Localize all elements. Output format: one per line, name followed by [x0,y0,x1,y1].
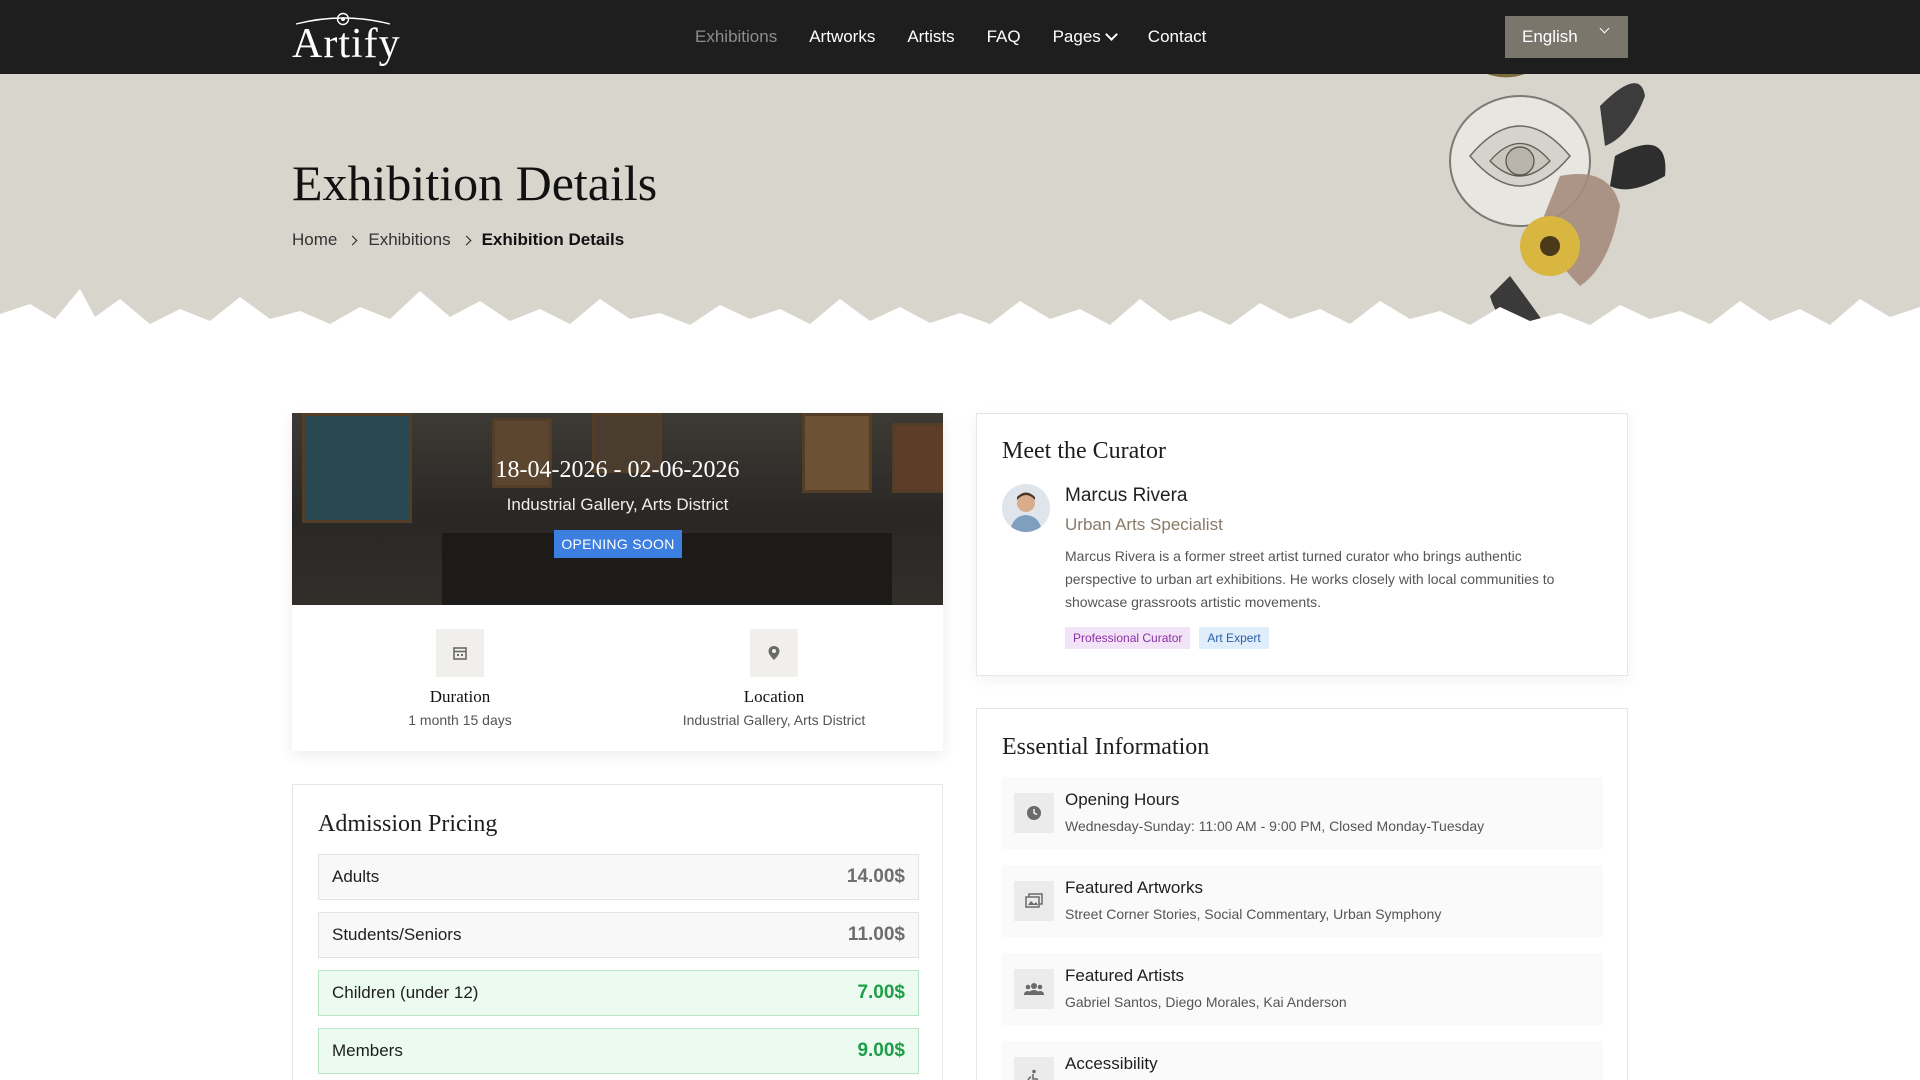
site-logo[interactable]: Artify [292,10,400,66]
info-item-title: Featured Artists [1065,966,1185,985]
price-row-adults: Adults 14.00$ [318,854,919,900]
exhibition-summary-card: 18-04-2026 - 02-06-2026 Industrial Galle… [292,413,943,751]
exhibition-image: 18-04-2026 - 02-06-2026 Industrial Galle… [292,413,943,605]
info-item-value: Wednesday-Sunday: 11:00 AM - 9:00 PM, Cl… [1065,818,1485,834]
exhibition-dates: 18-04-2026 - 02-06-2026 [495,457,740,483]
location-value: Industrial Gallery, Arts District [682,712,866,728]
clock-icon [1014,793,1054,833]
pricing-title: Admission Pricing [318,811,498,837]
price-row-students: Students/Seniors 11.00$ [318,912,919,958]
accessibility-icon [1014,1057,1054,1080]
price-value: 7.00$ [857,982,905,1003]
chevron-right-icon [347,235,358,245]
language-select[interactable]: English [1505,16,1628,58]
info-item-accessibility: Accessibility [1002,1041,1603,1080]
chevron-down-icon [1599,23,1610,34]
price-row-children: Children (under 12) 7.00$ [318,970,919,1016]
tag-art-expert: Art Expert [1199,627,1269,649]
avatar [1002,484,1050,532]
price-label: Adults [332,867,380,886]
chevron-down-icon [1104,28,1118,41]
location-stat: Location Industrial Gallery, Arts Distri… [614,629,934,728]
info-item-opening-hours: Opening Hours Wednesday-Sunday: 11:00 AM… [1002,777,1603,849]
curator-card: Meet the Curator Marcus Rivera Urban Art… [976,413,1628,676]
price-row-members: Members 9.00$ [318,1028,919,1074]
price-label: Students/Seniors [332,925,462,944]
nav-item-artists[interactable]: Artists [907,27,954,47]
nav-item-faq[interactable]: FAQ [987,27,1021,47]
page-hero: Exhibition Details Home Exhibitions Exhi… [0,74,1920,349]
users-icon [1014,969,1054,1009]
status-badge: OPENING SOON [554,530,682,558]
nav-item-exhibitions[interactable]: Exhibitions [695,27,777,47]
images-icon [1014,881,1054,921]
price-value: 9.00$ [857,1040,905,1061]
essential-info-card: Essential Information Opening Hours Wedn… [976,708,1628,1080]
main-menu: Exhibitions Artworks Artists FAQ Pages C… [695,0,1206,74]
chevron-right-icon [461,235,472,245]
curator-role: Urban Arts Specialist [1065,515,1223,534]
location-label: Location [743,687,805,706]
curator-bio: Marcus Rivera is a former street artist … [1065,548,1555,610]
map-pin-icon [750,629,798,677]
curator-name: Marcus Rivera [1065,485,1188,506]
breadcrumb-exhibitions[interactable]: Exhibitions [368,230,450,250]
info-item-value: Gabriel Santos, Diego Morales, Kai Ander… [1065,994,1347,1010]
tag-professional-curator: Professional Curator [1065,627,1191,649]
price-label: Children (under 12) [332,983,479,1002]
exhibition-location: Industrial Gallery, Arts District [506,495,729,514]
price-value: 14.00$ [846,866,905,887]
calendar-icon [436,629,484,677]
curator-title: Meet the Curator [1002,438,1166,464]
logo-text: Artify [292,21,401,67]
info-title: Essential Information [1002,734,1210,760]
info-item-title: Opening Hours [1065,790,1180,809]
top-navbar: Artify Exhibitions Artworks Artists FAQ … [0,0,1920,74]
curator-tags: Professional Curator Art Expert [1065,627,1269,649]
info-item-featured-artists: Featured Artists Gabriel Santos, Diego M… [1002,953,1603,1025]
info-item-value: Street Corner Stories, Social Commentary… [1065,906,1442,922]
duration-stat: Duration 1 month 15 days [300,629,620,728]
nav-item-pages-label: Pages [1052,27,1101,46]
price-value: 11.00$ [847,924,905,945]
nav-item-contact[interactable]: Contact [1148,27,1207,47]
info-item-title: Accessibility [1065,1054,1158,1073]
language-label: English [1522,27,1578,46]
breadcrumb-current: Exhibition Details [481,230,625,249]
info-item-featured-artworks: Featured Artworks Street Corner Stories,… [1002,865,1603,937]
info-item-title: Featured Artworks [1065,878,1203,897]
torn-paper-edge [0,289,1920,349]
duration-value: 1 month 15 days [408,712,512,728]
duration-label: Duration [429,687,491,706]
nav-item-artworks[interactable]: Artworks [809,27,875,47]
page-title: Exhibition Details [292,155,658,211]
admission-pricing-card: Admission Pricing Adults 14.00$ Students… [292,784,943,1080]
nav-item-pages[interactable]: Pages [1052,27,1118,47]
breadcrumb-home[interactable]: Home [292,230,337,250]
price-label: Members [332,1041,403,1060]
breadcrumb: Home Exhibitions Exhibition Details [292,230,624,250]
